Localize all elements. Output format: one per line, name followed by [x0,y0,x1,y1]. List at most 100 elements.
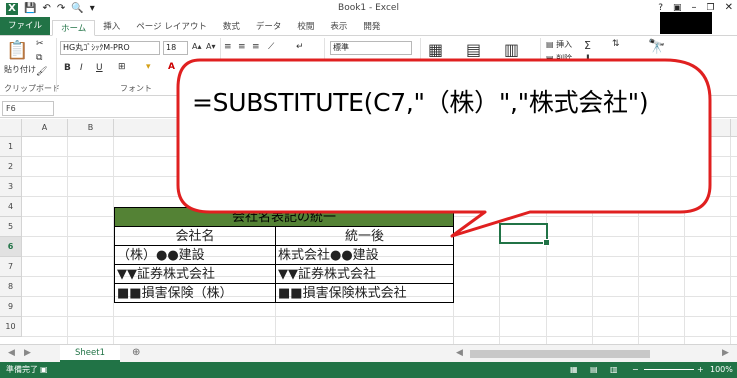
cut-icon[interactable]: ✂ [36,39,44,49]
scroll-left-icon[interactable]: ◀ [8,348,15,358]
wrap-text-icon[interactable]: ↵ [296,42,304,52]
undo-icon[interactable]: ↶ [42,3,50,15]
hscroll-left-icon[interactable]: ◀ [456,348,463,358]
tab-developer[interactable]: 開発 [355,19,388,35]
zoom-level[interactable]: 100% [710,362,733,378]
italic-icon[interactable]: I [80,63,83,73]
table-format-icon[interactable]: ▤ [466,40,481,59]
paste-icon[interactable]: 📋 [6,40,28,61]
copy-icon[interactable]: ⧉ [36,53,42,63]
fill-color-icon[interactable]: ▾ [146,62,151,72]
page-break-view-icon[interactable]: ▥ [610,362,618,378]
column-header-c[interactable]: C [114,119,276,137]
help-icon[interactable]: ? [658,3,663,13]
format-painter-icon[interactable]: 🖌 [36,67,47,77]
font-size-select[interactable]: 18 [163,41,188,55]
qat-dropdown-icon[interactable]: ▾ [90,3,95,15]
paste-button[interactable]: 貼り付け [4,64,36,75]
font-name-select[interactable]: HG丸ｺﾞｼｯｸM-PRO [60,41,160,55]
underline-icon[interactable]: U [96,63,103,73]
save-icon[interactable]: 💾 [24,3,36,15]
sheet-tab-sheet1[interactable]: Sheet1 [60,345,120,362]
row-header-3[interactable]: 3 [0,177,22,197]
row-header-2[interactable]: 2 [0,157,22,177]
sheet-tab-bar: ◀ ▶ Sheet1 ⊕ ◀ ▶ [0,344,737,362]
find-select-icon[interactable]: 🔭 [648,39,665,55]
hscroll-right-icon[interactable]: ▶ [722,348,729,358]
tab-home[interactable]: ホーム [52,20,96,36]
header-unified[interactable]: 統一後 [275,226,454,246]
column-header-i[interactable]: I [639,119,685,137]
column-header-b[interactable]: B [68,119,114,137]
grow-font-icon[interactable]: A▴ [192,42,202,51]
macro-record-icon[interactable]: ▣ [40,362,48,378]
shrink-font-icon[interactable]: A▾ [206,42,216,51]
name-box[interactable]: F6 [2,101,54,116]
status-ready: 準備完了 [6,365,38,374]
zoom-in-icon[interactable]: + [697,362,704,378]
table-cell[interactable]: ▼▼証券株式会社 [275,264,454,284]
orientation-icon[interactable]: ⟋ [268,42,274,52]
gridline [22,196,737,197]
select-all-corner[interactable] [0,119,22,137]
align-bottom-icon[interactable]: ≡ [252,42,260,52]
column-header-j[interactable]: J [685,119,731,137]
ribbon-options-icon[interactable]: ▣ [673,3,682,13]
tab-insert[interactable]: 挿入 [95,19,128,35]
tab-file[interactable]: ファイル [0,17,51,35]
table-cell[interactable]: ■■損害保険（株） [114,283,276,303]
tab-page-layout[interactable]: ページ レイアウト [128,19,215,35]
zoom-out-icon[interactable]: − [632,362,639,378]
insert-cells-button[interactable]: ▤ 挿入 [546,39,572,50]
align-top-icon[interactable]: ≡ [224,42,232,52]
bold-icon[interactable]: B [64,63,71,73]
align-middle-icon[interactable]: ≡ [238,42,246,52]
table-cell[interactable]: ■■損害保険株式会社 [275,283,454,303]
redo-icon[interactable]: ↷ [57,3,65,15]
row-header-1[interactable]: 1 [0,137,22,157]
tab-review[interactable]: 校閲 [289,19,322,35]
normal-view-icon[interactable]: ▦ [570,362,578,378]
row-header-7[interactable]: 7 [0,257,22,277]
new-sheet-icon[interactable]: ⊕ [132,347,140,358]
column-header-d[interactable]: D [276,119,454,137]
header-company-name[interactable]: 会社名 [114,226,276,246]
zoom-slider[interactable] [644,369,694,370]
border-icon[interactable]: ⊞ [118,62,126,72]
restore-icon[interactable]: ❐ [707,3,715,13]
row-header-6[interactable]: 6 [0,237,22,257]
table-title[interactable]: 会社名表記の統一 [114,207,454,227]
column-header-e[interactable]: E [454,119,500,137]
row-header-9[interactable]: 9 [0,297,22,317]
column-header-h[interactable]: H [593,119,639,137]
sort-filter-icon[interactable]: ⇅ [612,39,620,49]
scroll-right-icon[interactable]: ▶ [24,348,31,358]
row-header-8[interactable]: 8 [0,277,22,297]
column-header-a[interactable]: A [22,119,68,137]
horizontal-scrollbar[interactable] [470,350,650,358]
tab-formulas[interactable]: 数式 [215,19,248,35]
close-icon[interactable]: ✕ [725,2,733,13]
cell-styles-icon[interactable]: ▥ [504,40,519,59]
row-header-4[interactable]: 4 [0,197,22,217]
title-bar: X 💾 ↶ ↷ 🔍 ▾ Book1 - Excel ? ▣ – ❐ ✕ [0,0,737,18]
fill-icon[interactable]: ⬇ [584,54,592,64]
column-header-f[interactable]: F [500,119,547,137]
table-cell[interactable]: ▼▼証券株式会社 [114,264,276,284]
table-cell[interactable]: 株式会社●●建設 [275,245,454,265]
row-header-10[interactable]: 10 [0,317,22,337]
row-header-5[interactable]: 5 [0,217,22,237]
tab-data[interactable]: データ [248,19,290,35]
active-cell-f6[interactable] [499,223,550,246]
delete-cells-button[interactable]: ▤ 削除 [546,53,572,64]
number-format-select[interactable]: 標準 [330,41,412,55]
conditional-format-icon[interactable]: ▦ [428,40,443,59]
font-color-icon[interactable]: A [168,62,175,72]
tab-view[interactable]: 表示 [322,19,355,35]
autosum-icon[interactable]: Σ [584,39,591,52]
page-layout-view-icon[interactable]: ▤ [590,362,598,378]
print-preview-icon[interactable]: 🔍 [71,3,83,15]
column-header-k[interactable]: K [731,119,737,137]
column-header-g[interactable]: G [547,119,593,137]
table-cell[interactable]: （株）●●建設 [114,245,276,265]
